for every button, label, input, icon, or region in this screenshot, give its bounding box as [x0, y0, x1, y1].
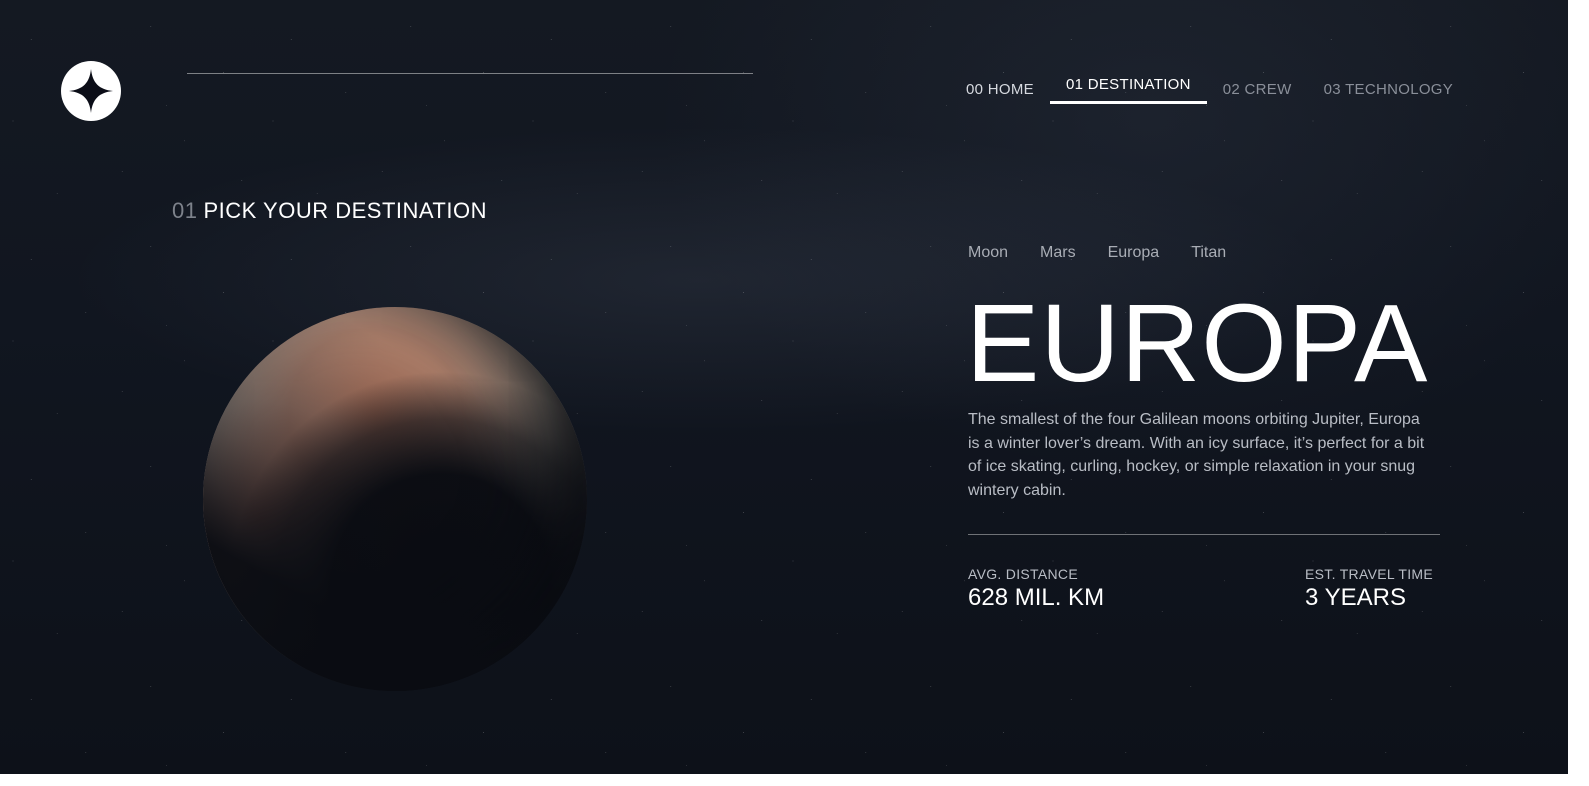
- stats-divider: [968, 534, 1440, 535]
- planet-shadow: [203, 307, 587, 691]
- destination-tabs: Moon Mars Europa Titan: [968, 244, 1226, 262]
- nav-item-home[interactable]: 00 HOME: [950, 74, 1050, 104]
- tab-titan[interactable]: Titan: [1191, 244, 1226, 262]
- star-logo-icon[interactable]: [61, 61, 121, 121]
- destination-name: EUROPA: [966, 282, 1429, 405]
- nav-item-number: 03: [1323, 81, 1341, 98]
- tab-europa[interactable]: Europa: [1108, 244, 1160, 262]
- page-title-number: 01: [172, 198, 198, 223]
- destination-description: The smallest of the four Galilean moons …: [968, 411, 1425, 499]
- distance-stat: AVG. DISTANCE 628 MIL. KM: [968, 566, 1104, 612]
- star-logo-glyph: [69, 69, 113, 113]
- distance-value: 628 MIL. KM: [968, 584, 1105, 611]
- main-nav: 00 HOME 01 DESTINATION 02 CREW 03 TECHNO…: [950, 74, 1469, 106]
- travel-time-value: 3 YEARS: [1305, 584, 1406, 611]
- tab-mars[interactable]: Mars: [1040, 244, 1076, 262]
- tab-moon[interactable]: Moon: [968, 244, 1008, 262]
- nav-item-technology[interactable]: 03 TECHNOLOGY: [1308, 74, 1470, 104]
- page-title: 01 PICK YOUR DESTINATION: [172, 198, 487, 224]
- nav-item-destination[interactable]: 01 DESTINATION: [1049, 74, 1207, 104]
- page-title-text: PICK YOUR DESTINATION: [203, 198, 487, 223]
- distance-label: AVG. DISTANCE: [968, 566, 1078, 582]
- destination-page: 00 HOME 01 DESTINATION 02 CREW 03 TECHNO…: [0, 0, 1568, 774]
- nav-item-label: DESTINATION: [1087, 76, 1191, 93]
- nav-item-crew[interactable]: 02 CREW: [1207, 74, 1308, 104]
- travel-time-stat: EST. TRAVEL TIME 3 YEARS: [1305, 566, 1433, 612]
- nav-item-number: 02: [1222, 81, 1241, 98]
- planet-image: [203, 307, 587, 691]
- nav-item-number: 01: [1065, 76, 1084, 93]
- header-divider-line: [187, 73, 753, 74]
- travel-time-label: EST. TRAVEL TIME: [1305, 566, 1433, 582]
- nav-item-label: CREW: [1244, 81, 1292, 98]
- nav-item-label: TECHNOLOGY: [1345, 81, 1454, 98]
- nav-item-number: 00: [966, 81, 984, 98]
- nav-item-label: HOME: [987, 81, 1034, 98]
